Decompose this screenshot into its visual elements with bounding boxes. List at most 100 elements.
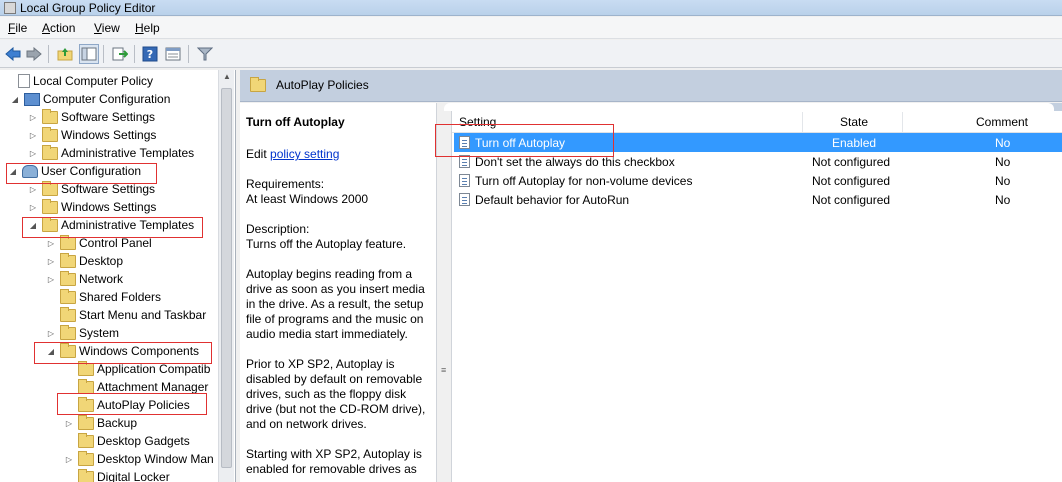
tree-node[interactable]: Attachment Manager [64, 378, 208, 396]
folder-icon [42, 216, 58, 232]
description-paragraph-1: Autoplay begins reading from a drive as … [246, 267, 425, 341]
tree-node-label: Backup [97, 416, 138, 430]
tree-pane[interactable]: Local Computer Policy ◢ Computer Configura… [0, 70, 236, 482]
tree-node[interactable]: ▷ Desktop Window Man [64, 450, 214, 468]
column-header-comment[interactable]: Comment [976, 115, 1028, 129]
tree-node[interactable]: ▷ Network [46, 270, 123, 288]
tree-scrollbar[interactable]: ▲ [218, 70, 234, 482]
folder-icon [42, 144, 58, 160]
setting-row[interactable]: Turn off Autoplay Enabled No [454, 133, 1062, 152]
tree-node-label: Desktop Gadgets [97, 434, 190, 448]
tree-node[interactable]: ▷ Software Settings [28, 108, 155, 126]
collapsed-arrow-icon[interactable]: ▷ [64, 454, 74, 464]
expanded-arrow-icon[interactable]: ◢ [46, 346, 56, 356]
export-list-icon[interactable] [110, 44, 130, 64]
tree-node-label: Administrative Templates [61, 146, 195, 160]
setting-name-cell: Default behavior for AutoRun [475, 193, 630, 207]
expanded-arrow-icon[interactable]: ◢ [8, 166, 18, 176]
folder-icon [60, 324, 76, 340]
content-header-title: AutoPlay Policies [276, 78, 369, 92]
svg-text:?: ? [147, 48, 153, 61]
setting-row[interactable]: Don't set the always do this checkbox Not… [454, 152, 1062, 171]
settings-list[interactable]: Setting State Comment Turn off Autoplay E… [435, 103, 1062, 482]
tree-node[interactable]: ◢ User Configuration [8, 162, 141, 180]
tree-node[interactable]: ▷ Windows Settings [28, 126, 156, 144]
tree-node[interactable]: ▷ Administrative Templates [28, 144, 194, 162]
column-header-state[interactable]: State [840, 115, 868, 129]
toolbar-separator [188, 45, 189, 63]
collapsed-arrow-icon[interactable]: ▷ [28, 148, 38, 158]
splitter-grip-icon: ≡ [441, 365, 447, 375]
no-expander [64, 364, 74, 374]
column-separator[interactable] [802, 112, 803, 132]
tree-node[interactable]: ▷ Windows Settings [28, 198, 156, 216]
pane-splitter[interactable]: ≡ [436, 103, 452, 482]
no-expander [64, 400, 74, 410]
edit-line: Edit policy setting [246, 147, 340, 161]
properties-icon[interactable] [163, 44, 183, 64]
menu-file[interactable]: File [8, 21, 27, 35]
collapsed-arrow-icon[interactable]: ▷ [46, 328, 56, 338]
scroll-up-arrow-icon[interactable]: ▲ [222, 72, 232, 84]
collapsed-arrow-icon[interactable]: ▷ [64, 418, 74, 428]
up-folder-icon[interactable] [55, 44, 75, 64]
collapsed-arrow-icon[interactable]: ▷ [46, 238, 56, 248]
collapsed-arrow-icon[interactable]: ▷ [28, 130, 38, 140]
folder-icon [60, 342, 76, 358]
help-icon[interactable]: ? [140, 44, 160, 64]
toolbar-separator [48, 45, 49, 63]
tree-node[interactable]: Application Compatib [64, 360, 210, 378]
folder-icon [60, 288, 76, 304]
show-hide-tree-icon[interactable] [79, 44, 99, 64]
standard-tab [444, 103, 1054, 111]
no-expander [46, 310, 56, 320]
tree-scroll-thumb[interactable] [221, 88, 232, 468]
tree-node[interactable]: ▷ System [46, 324, 119, 342]
tree-node-label: AutoPlay Policies [97, 398, 190, 412]
tree-node[interactable]: ◢ Windows Components [46, 342, 199, 360]
collapsed-arrow-icon[interactable]: ▷ [46, 274, 56, 284]
column-separator[interactable] [902, 112, 903, 132]
tree-node[interactable]: ▷ Control Panel [46, 234, 152, 252]
tree-node[interactable]: Start Menu and Taskbar [46, 306, 206, 324]
setting-row[interactable]: Default behavior for AutoRun Not configur… [454, 190, 1062, 209]
setting-state-cell: Not configured [812, 193, 891, 207]
menu-help[interactable]: Help [135, 21, 160, 35]
back-arrow-icon[interactable] [3, 44, 23, 64]
menu-action[interactable]: Action [42, 21, 75, 35]
tree-node[interactable]: Shared Folders [46, 288, 161, 306]
tree-node[interactable]: ◢ Administrative Templates [28, 216, 194, 234]
column-header-setting[interactable]: Setting [459, 115, 496, 129]
collapsed-arrow-icon[interactable]: ▷ [28, 202, 38, 212]
menu-view[interactable]: View [94, 21, 120, 35]
requirements-value: At least Windows 2000 [246, 192, 369, 206]
filter-icon[interactable] [195, 44, 215, 64]
toolbar-separator [134, 45, 135, 63]
setting-state-cell: Not configured [812, 174, 891, 188]
tree-node-label: Application Compatib [97, 362, 211, 376]
folder-icon [78, 360, 94, 376]
tree-node[interactable]: AutoPlay Policies [64, 396, 190, 414]
expanded-arrow-icon[interactable]: ◢ [28, 220, 38, 230]
tree-node[interactable]: Digital Locker [64, 468, 170, 482]
list-header: Setting State Comment [452, 111, 1062, 133]
tree-node[interactable]: Desktop Gadgets [64, 432, 190, 450]
setting-comment-cell: No [995, 136, 1011, 150]
tree-node-label: Desktop Window Man [97, 452, 214, 466]
setting-row[interactable]: Turn off Autoplay for non-volume devices… [454, 171, 1062, 190]
forward-arrow-icon[interactable] [24, 44, 44, 64]
expanded-arrow-icon[interactable]: ◢ [10, 94, 20, 104]
folder-icon [78, 468, 94, 482]
collapsed-arrow-icon[interactable]: ▷ [46, 256, 56, 266]
collapsed-arrow-icon[interactable]: ▷ [28, 112, 38, 122]
setting-state-cell: Enabled [832, 136, 877, 150]
policy-setting-icon [459, 136, 470, 149]
tree-node[interactable]: ▷ Backup [64, 414, 137, 432]
tree-node[interactable]: ◢ Computer Configuration [10, 90, 170, 108]
app-icon [4, 2, 16, 14]
tree-node[interactable]: ▷ Desktop [46, 252, 123, 270]
edit-policy-setting-link[interactable]: policy setting [270, 147, 339, 161]
tree-node[interactable]: Local Computer Policy [4, 72, 153, 90]
tree-node[interactable]: ▷ Software Settings [28, 180, 155, 198]
collapsed-arrow-icon[interactable]: ▷ [28, 184, 38, 194]
